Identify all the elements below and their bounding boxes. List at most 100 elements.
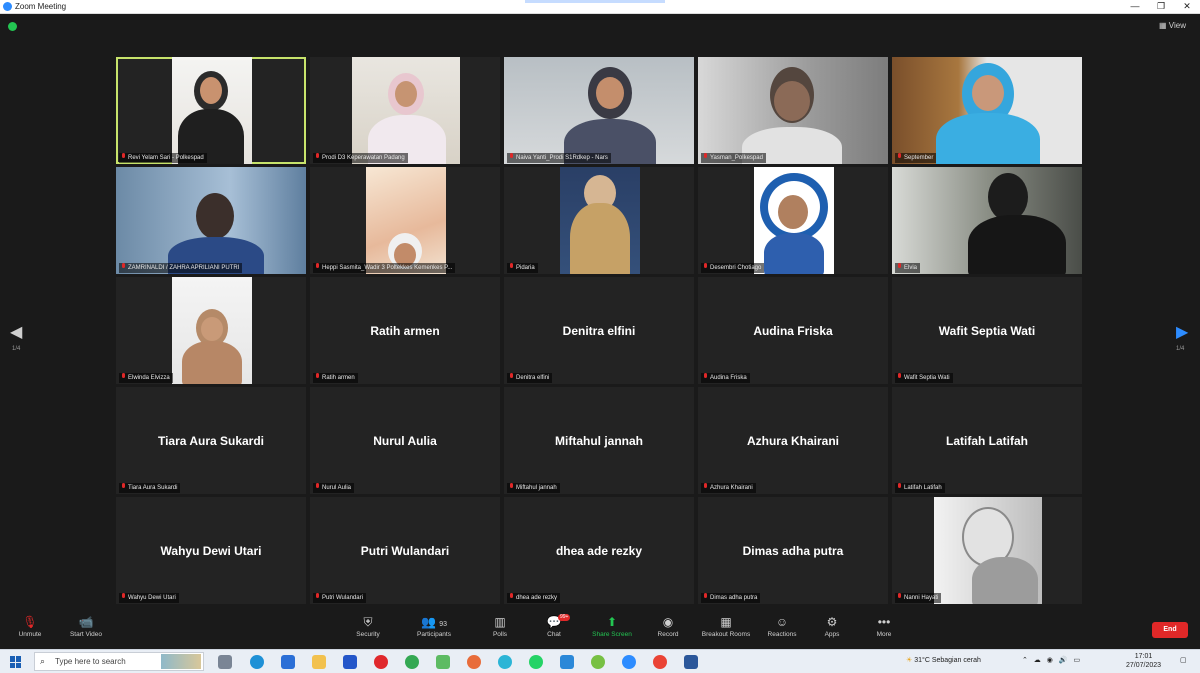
start-video-button[interactable]: 📹 Start Video [56, 614, 116, 639]
muted-mic-icon [315, 153, 320, 160]
video-tile[interactable]: Azhura Khairani Azhura Khairani [698, 387, 888, 494]
participant-name: Audina Friska [753, 324, 833, 338]
search-placeholder: Type here to search [55, 657, 126, 666]
apps-icon: ⚙ [826, 615, 838, 629]
participant-label: Dimas adha putra [701, 593, 761, 603]
video-tile[interactable]: September [892, 57, 1082, 164]
photos-icon[interactable] [436, 655, 450, 669]
security-button[interactable]: ⛨ Security [338, 614, 398, 639]
participant-video [172, 277, 252, 384]
window-title: Zoom Meeting [15, 2, 67, 11]
muted-mic-icon [121, 593, 126, 600]
breakout-rooms-button[interactable]: ▦ Breakout Rooms [696, 614, 756, 639]
participants-button[interactable]: 👥 93 Participants [404, 614, 464, 639]
video-tile[interactable]: Latifah Latifah Latifah Latifah [892, 387, 1082, 494]
system-tray-icons[interactable]: ⌃ ☁ ◉ 🔊 ▭ [1022, 656, 1082, 664]
minimize-button[interactable]: — [1122, 0, 1148, 14]
end-meeting-button[interactable]: End [1152, 622, 1188, 638]
participant-label: Desembri Chotiago [701, 263, 765, 273]
security-shield-icon[interactable] [8, 22, 17, 31]
apps-button[interactable]: ⚙ Apps [802, 614, 862, 639]
muted-mic-icon: 🎙 [22, 615, 38, 629]
video-tile[interactable]: Nurul Aulia Nurul Aulia [310, 387, 500, 494]
maps-icon[interactable] [591, 655, 605, 669]
participant-name: Wahyu Dewi Utari [160, 544, 262, 558]
settings-app-icon[interactable] [560, 655, 574, 669]
participant-label: Yasman_Polkespad [701, 153, 766, 163]
chrome-browser-icon[interactable] [405, 655, 419, 669]
video-tile[interactable]: Wafit Septia Wati Wafit Septia Wati [892, 277, 1082, 384]
close-button[interactable]: ✕ [1174, 0, 1200, 14]
shield-icon: ⛨ [363, 615, 373, 629]
video-tile[interactable]: Tiara Aura Sukardi Tiara Aura Sukardi [116, 387, 306, 494]
participant-name: Ratih armen [370, 324, 440, 338]
clock[interactable]: 17:01 27/07/2023 [1126, 652, 1161, 670]
video-tile[interactable]: ZAMRINALDI / ZAHRA APRILIANI PUTRI [116, 167, 306, 274]
video-tile[interactable]: Miftahul jannah Miftahul jannah [504, 387, 694, 494]
participant-label: Miftahul jannah [507, 483, 560, 493]
video-tile[interactable]: Dimas adha putra Dimas adha putra [698, 497, 888, 604]
page-indicator-right: 1/4 [1176, 346, 1185, 352]
participant-label: Wafit Septia Wati [895, 373, 953, 383]
video-tile[interactable]: Pidaria [504, 167, 694, 274]
participant-label: Audina Friska [701, 373, 750, 383]
muted-mic-icon [121, 263, 126, 270]
video-tile[interactable]: Revi Yelam Sari - Polkespad [116, 57, 306, 164]
video-tile[interactable]: Ratih armen Ratih armen [310, 277, 500, 384]
more-button[interactable]: ••• More [854, 614, 914, 639]
record-button[interactable]: ◉ Record [638, 614, 698, 639]
video-tile[interactable]: Naiva Yanti_Prodi S1Rdkep - Nars [504, 57, 694, 164]
opera-browser-icon[interactable] [374, 655, 388, 669]
view-button[interactable]: ▦ View [1159, 21, 1186, 30]
participant-label: Elvia [895, 263, 921, 273]
polls-button[interactable]: ▥ Polls [470, 614, 530, 639]
video-tile[interactable]: Elvia [892, 167, 1082, 274]
chat-button[interactable]: 💬 99+ Chat [524, 614, 584, 639]
next-page-arrow-icon[interactable]: ▶ [1176, 322, 1188, 342]
share-screen-button[interactable]: ⬆ Share Screen [582, 614, 642, 639]
whatsapp-icon[interactable] [529, 655, 543, 669]
notifications-icon[interactable]: ▢ [1180, 656, 1187, 664]
store-icon[interactable] [343, 655, 357, 669]
video-tile[interactable]: Elwinda Elvizza [116, 277, 306, 384]
muted-mic-icon [315, 483, 320, 490]
video-tile[interactable]: Desembri Chotiago [698, 167, 888, 274]
previous-page-arrow-icon[interactable]: ◀ [10, 322, 22, 342]
participant-label: Tiara Aura Sukardi [119, 483, 181, 493]
taskbar-search-box[interactable]: ⌕ Type here to search [34, 652, 204, 671]
video-tile[interactable]: Audina Friska Audina Friska [698, 277, 888, 384]
video-tile[interactable]: Wahyu Dewi Utari Wahyu Dewi Utari [116, 497, 306, 604]
mail-icon[interactable] [281, 655, 295, 669]
video-tile[interactable]: Yasman_Polkespad [698, 57, 888, 164]
participant-label: September [895, 153, 937, 163]
edge-browser-icon[interactable] [250, 655, 264, 669]
windows-start-icon[interactable] [10, 656, 22, 668]
participant-video [172, 57, 252, 164]
participant-name: Miftahul jannah [555, 434, 643, 448]
unmute-button[interactable]: 🎙 Unmute [0, 614, 60, 639]
video-tile[interactable]: dhea ade rezky dhea ade rezky [504, 497, 694, 604]
meeting-toolbar: 🎙 Unmute 📹 Start Video ⛨ Security 👥 93 Parti… [0, 612, 1200, 648]
video-tile[interactable]: Heppi Sasmita_Wadir 3 Poltekkes Kemenkes… [310, 167, 500, 274]
maximize-button[interactable]: ❐ [1148, 0, 1174, 14]
participant-video [934, 497, 1042, 604]
video-tile[interactable]: Putri Wulandari Putri Wulandari [310, 497, 500, 604]
windows-taskbar: ⌕ Type here to search ☀ 31°C Sebagian ce… [0, 649, 1200, 673]
weather-status[interactable]: ☀ 31°C Sebagian cerah [906, 656, 981, 664]
participant-name: Putri Wulandari [360, 544, 450, 558]
participant-label: Wahyu Dewi Utari [119, 593, 179, 603]
firefox-browser-icon[interactable] [467, 655, 481, 669]
top-drag-bar[interactable] [525, 0, 665, 3]
app-icon[interactable] [498, 655, 512, 669]
muted-mic-icon [509, 263, 514, 270]
video-tile[interactable]: Denitra elfini Denitra elfini [504, 277, 694, 384]
zoom-logo-icon [3, 2, 12, 11]
file-explorer-icon[interactable] [312, 655, 326, 669]
word-icon[interactable] [684, 655, 698, 669]
participant-video [116, 167, 306, 274]
zoom-taskbar-icon[interactable] [622, 655, 636, 669]
task-view-icon[interactable] [218, 655, 232, 669]
video-tile[interactable]: Prodi D3 Keperawatan Padang [310, 57, 500, 164]
chrome-profile-icon[interactable] [653, 655, 667, 669]
video-tile[interactable]: Nanni Hayati [892, 497, 1082, 604]
